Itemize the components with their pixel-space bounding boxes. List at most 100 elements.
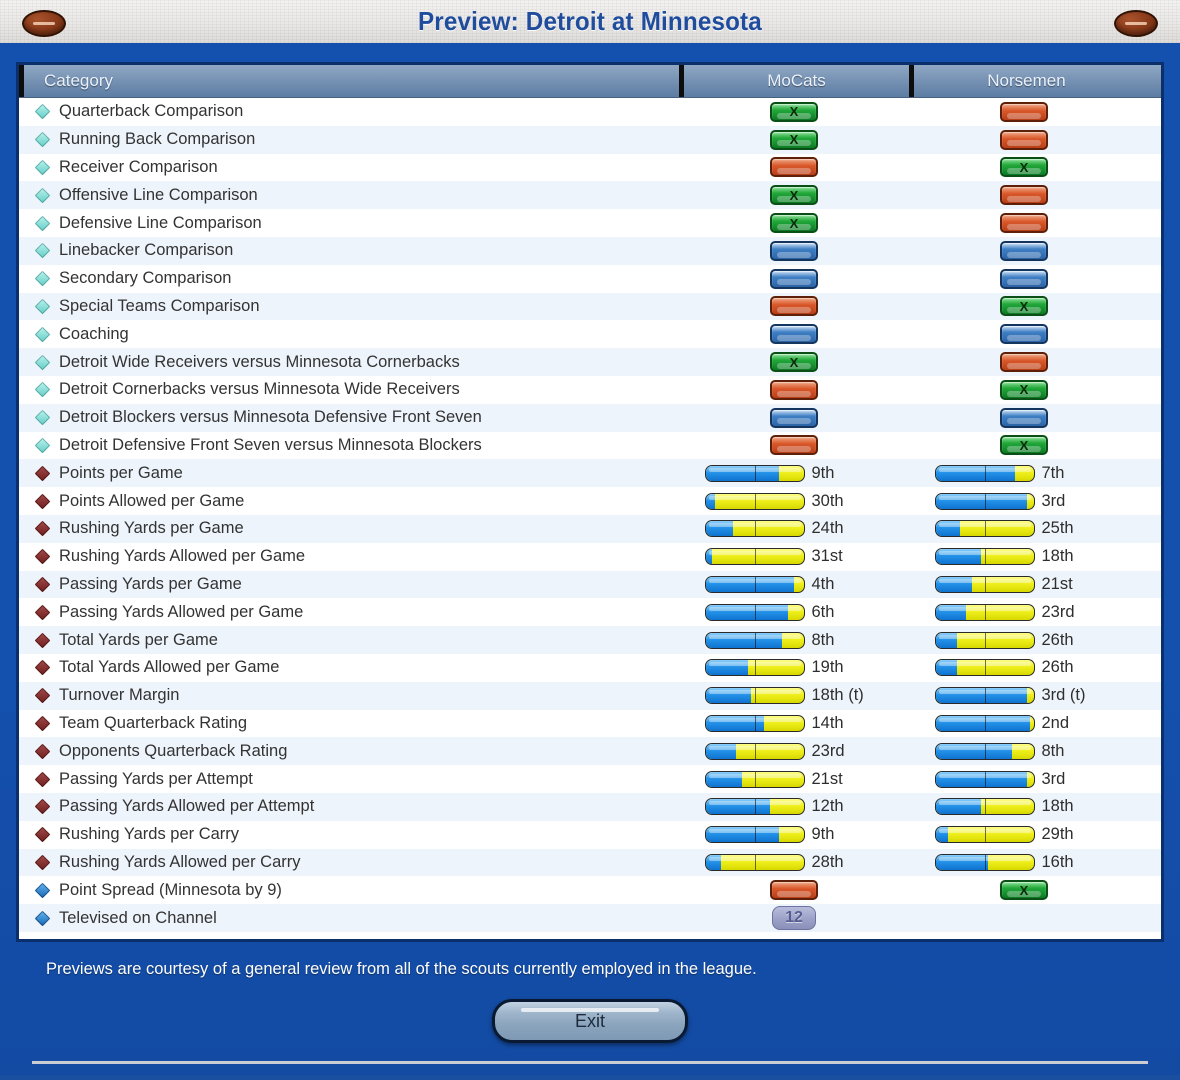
rank-bar: [935, 493, 1035, 510]
category-label: Team Quarterback Rating: [59, 714, 247, 733]
category-cell: Opponents Quarterback Rating: [19, 742, 679, 761]
table-row[interactable]: Detroit Cornerbacks versus Minnesota Wid…: [19, 376, 1161, 404]
team-indicator-cell: X: [679, 213, 909, 233]
rank-bar-midpoint-tick: [755, 716, 757, 731]
category-cell: Turnover Margin: [19, 686, 679, 705]
team-rank-cell: 14th: [679, 714, 909, 733]
football-icon: [22, 10, 66, 37]
category-cell: Team Quarterback Rating: [19, 714, 679, 733]
table-row[interactable]: Turnover Margin18th (t)3rd (t): [19, 682, 1161, 710]
advantage-x-mark: X: [1020, 382, 1029, 397]
table-row[interactable]: Rushing Yards per Game24th25th: [19, 515, 1161, 543]
category-cell: Passing Yards Allowed per Game: [19, 603, 679, 622]
team-rank-cell: 18th: [909, 797, 1139, 816]
table-body: Quarterback ComparisonXRunning Back Comp…: [19, 98, 1161, 932]
rank-label: 23rd: [1042, 603, 1114, 622]
exit-button[interactable]: Exit: [492, 999, 688, 1043]
rank-bar-midpoint-tick: [985, 577, 987, 592]
table-row[interactable]: Passing Yards Allowed per Game6th23rd: [19, 598, 1161, 626]
title-bar: Preview: Detroit at Minnesota: [0, 0, 1180, 48]
advantage-x-mark: X: [790, 216, 799, 231]
table-row[interactable]: Opponents Quarterback Rating23rd8th: [19, 737, 1161, 765]
advantage-pill-icon: X: [1000, 880, 1048, 900]
team-indicator-cell: [909, 324, 1139, 344]
table-row[interactable]: Special Teams ComparisonX: [19, 293, 1161, 321]
diamond-bullet-icon: [35, 271, 51, 287]
category-label: Coaching: [59, 325, 129, 344]
rank-label: 4th: [812, 575, 884, 594]
table-row[interactable]: Passing Yards per Game4th21st: [19, 571, 1161, 599]
rank-label: 14th: [812, 714, 884, 733]
category-cell: Detroit Wide Receivers versus Minnesota …: [19, 353, 679, 372]
table-row[interactable]: Receiver ComparisonX: [19, 154, 1161, 182]
table-row[interactable]: Passing Yards Allowed per Attempt12th18t…: [19, 793, 1161, 821]
rank-bar-midpoint-tick: [755, 827, 757, 842]
diamond-bullet-icon: [35, 604, 51, 620]
team-indicator-cell: [679, 880, 909, 900]
team-indicator-cell: [909, 269, 1139, 289]
neutral-pill-icon: [1000, 408, 1048, 428]
category-label: Rushing Yards per Game: [59, 519, 244, 538]
team-rank-cell: 18th: [909, 547, 1139, 566]
team-indicator-cell: [679, 157, 909, 177]
team-indicator-cell: X: [679, 352, 909, 372]
rank-label: 9th: [812, 825, 884, 844]
team-rank-cell: 16th: [909, 853, 1139, 872]
category-cell: Rushing Yards per Game: [19, 519, 679, 538]
table-row[interactable]: Quarterback ComparisonX: [19, 98, 1161, 126]
table-row[interactable]: Secondary Comparison: [19, 265, 1161, 293]
team-rank-cell: 24th: [679, 519, 909, 538]
table-row[interactable]: Defensive Line Comparison X: [19, 209, 1161, 237]
table-row[interactable]: Rushing Yards per Carry9th29th: [19, 821, 1161, 849]
disadvantage-pill-icon: [1000, 130, 1048, 150]
team-rank-cell: 8th: [679, 631, 909, 650]
table-row[interactable]: Points per Game9th7th: [19, 459, 1161, 487]
table-row[interactable]: Total Yards Allowed per Game19th26th: [19, 654, 1161, 682]
category-label: Passing Yards per Game: [59, 575, 242, 594]
team-indicator-cell: [909, 241, 1139, 261]
table-row[interactable]: Detroit Defensive Front Seven versus Min…: [19, 432, 1161, 460]
diamond-bullet-icon: [35, 465, 51, 481]
table-row[interactable]: Passing Yards per Attempt21st3rd: [19, 765, 1161, 793]
table-row[interactable]: Coaching: [19, 320, 1161, 348]
rank-bar: [935, 576, 1035, 593]
rank-label: 8th: [812, 631, 884, 650]
team-indicator-cell: [679, 435, 909, 455]
category-cell: Passing Yards per Attempt: [19, 770, 679, 789]
diamond-bullet-icon: [35, 215, 51, 231]
table-row[interactable]: Offensive Line ComparisonX: [19, 181, 1161, 209]
advantage-x-mark: X: [790, 132, 799, 147]
rank-bar-midpoint-tick: [985, 772, 987, 787]
table-row[interactable]: Total Yards per Game8th26th: [19, 626, 1161, 654]
category-label: Televised on Channel: [59, 909, 217, 928]
table-row[interactable]: Linebacker Comparison: [19, 237, 1161, 265]
rank-label: 16th: [1042, 853, 1114, 872]
rank-label: 23rd: [812, 742, 884, 761]
table-row[interactable]: Rushing Yards Allowed per Game31st18th: [19, 543, 1161, 571]
table-row[interactable]: Running Back ComparisonX: [19, 126, 1161, 154]
table-row[interactable]: Televised on Channel 12: [19, 904, 1161, 932]
rank-bar-midpoint-tick: [985, 521, 987, 536]
advantage-pill-icon: X: [770, 352, 818, 372]
rank-label: 3rd (t): [1042, 686, 1114, 705]
category-cell: Defensive Line Comparison: [19, 214, 679, 233]
rank-label: 28th: [812, 853, 884, 872]
team-rank-cell: 9th: [679, 464, 909, 483]
table-row[interactable]: Detroit Wide Receivers versus Minnesota …: [19, 348, 1161, 376]
table-row[interactable]: Team Quarterback Rating14th2nd: [19, 710, 1161, 738]
team-indicator-cell: X: [909, 296, 1139, 316]
rank-bar: [705, 659, 805, 676]
neutral-pill-icon: [770, 241, 818, 261]
category-cell: Televised on Channel: [19, 909, 679, 928]
rank-bar: [705, 548, 805, 565]
team-indicator-cell: [679, 408, 909, 428]
category-label: Total Yards Allowed per Game: [59, 658, 279, 677]
table-row[interactable]: Detroit Blockers versus Minnesota Defens…: [19, 404, 1161, 432]
table-row[interactable]: Rushing Yards Allowed per Carry28th16th: [19, 849, 1161, 877]
neutral-pill-icon: [1000, 324, 1048, 344]
table-row[interactable]: Point Spread (Minnesota by 9)X: [19, 876, 1161, 904]
table-row[interactable]: Points Allowed per Game30th3rd: [19, 487, 1161, 515]
channel-badge: 12: [772, 906, 816, 930]
rank-label: 12th: [812, 797, 884, 816]
rank-bar: [705, 632, 805, 649]
